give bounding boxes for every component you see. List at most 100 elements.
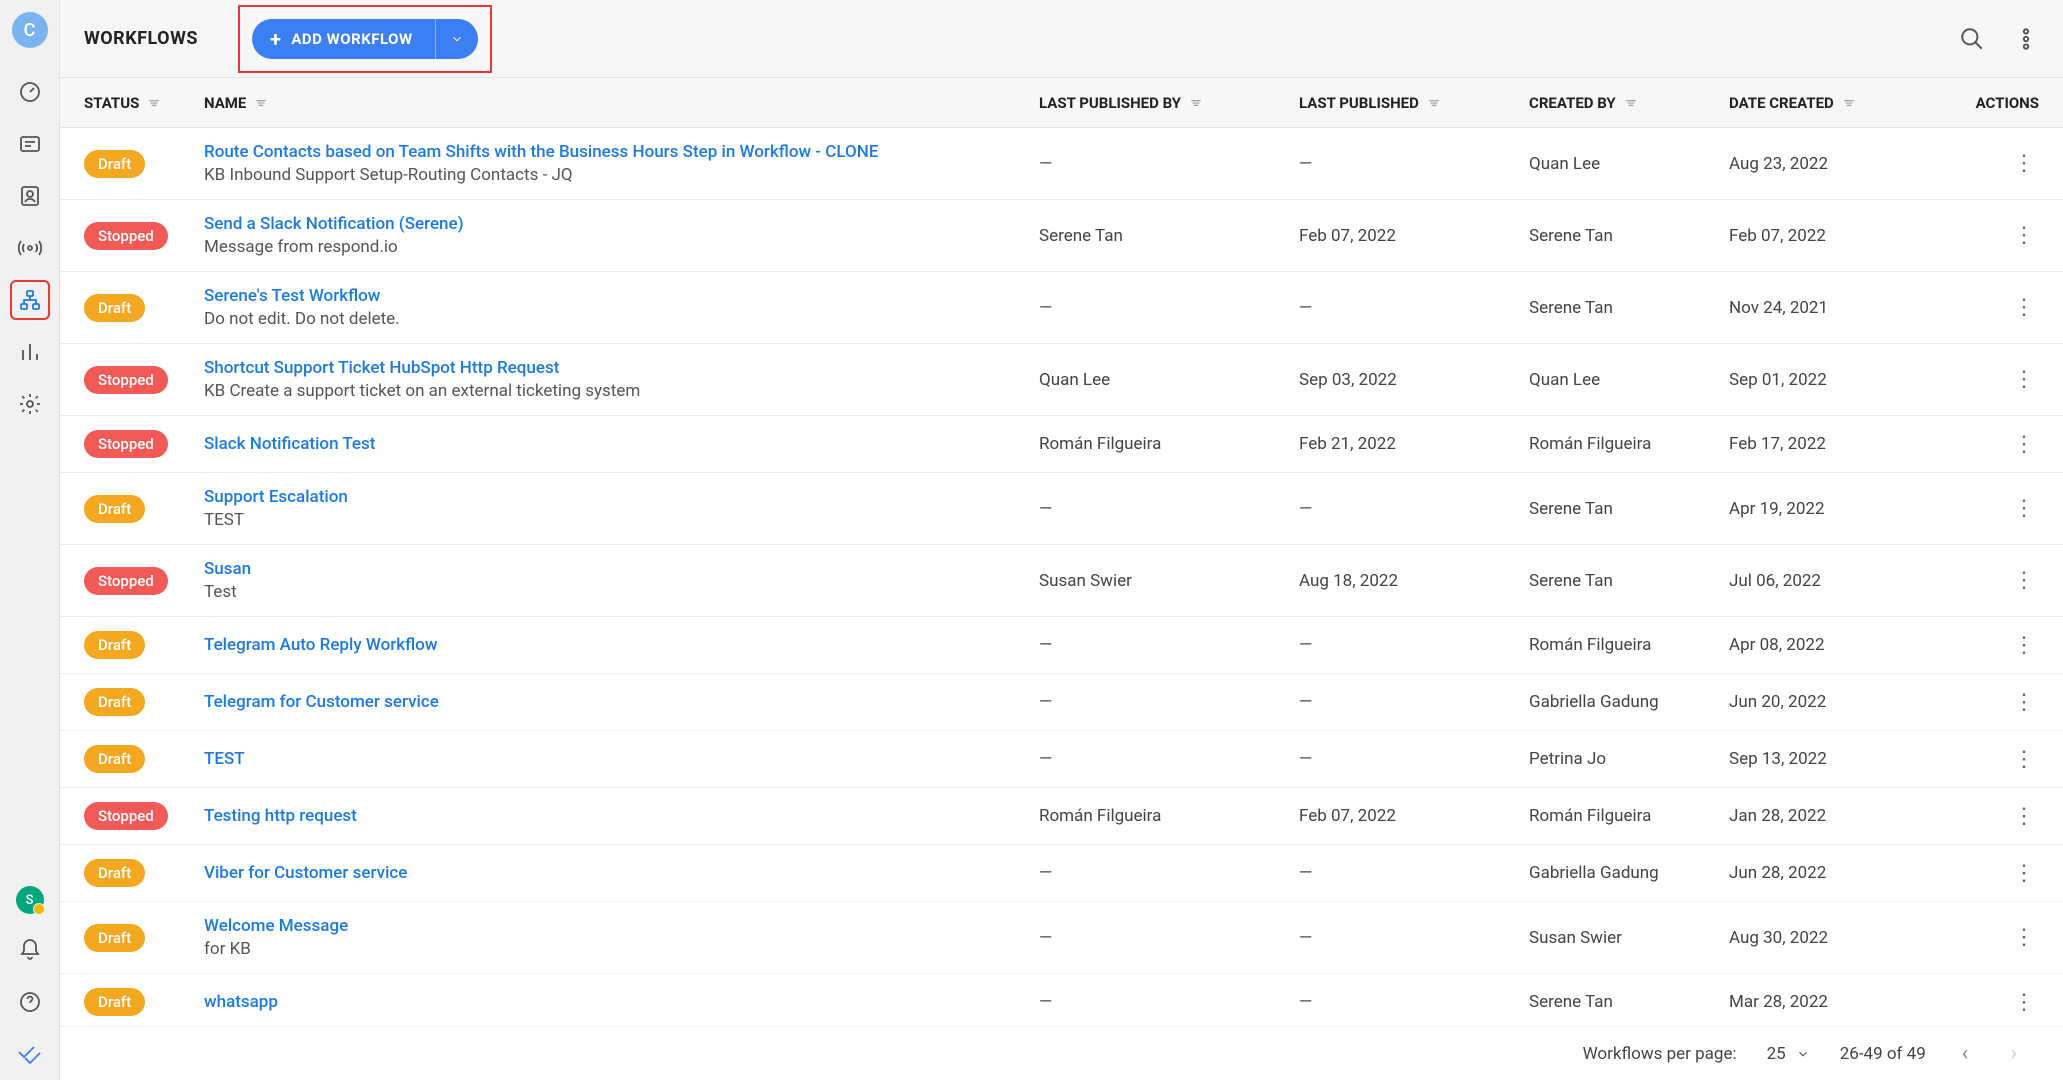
workflow-desc: Do not edit. Do not delete.: [204, 309, 1039, 329]
nav-settings-icon[interactable]: [10, 384, 50, 424]
cell-last-published: —: [1299, 635, 1529, 655]
sort-icon: [1427, 96, 1441, 110]
nav-broadcast-icon[interactable]: [10, 228, 50, 268]
row-actions-menu[interactable]: ⋮: [2009, 568, 2039, 593]
cell-last-published: —: [1299, 692, 1529, 712]
cell-last-published-by: —: [1039, 499, 1299, 519]
table-row: Draft TEST — — Petrina Jo Sep 13, 2022 ⋮: [60, 731, 2063, 788]
workflow-link[interactable]: Support Escalation: [204, 487, 1039, 507]
add-workflow-highlight: + ADD WORKFLOW: [238, 5, 492, 73]
cell-created-by: Román Filgueira: [1529, 635, 1729, 655]
status-badge: Draft: [84, 495, 145, 523]
cell-last-published: —: [1299, 298, 1529, 318]
nav-workflows-icon[interactable]: [10, 280, 50, 320]
table-row: Draft Welcome Message for KB — — Susan S…: [60, 902, 2063, 974]
cell-last-published-by: Román Filgueira: [1039, 806, 1299, 826]
row-actions-menu[interactable]: ⋮: [2009, 367, 2039, 392]
user-avatar[interactable]: S: [16, 886, 44, 914]
workflow-link[interactable]: TEST: [204, 749, 1039, 769]
row-actions-menu[interactable]: ⋮: [2009, 804, 2039, 829]
workflow-desc: KB Inbound Support Setup-Routing Contact…: [204, 165, 1039, 185]
col-last-published-by[interactable]: LAST PUBLISHED BY: [1039, 94, 1299, 112]
nav-reports-icon[interactable]: [10, 332, 50, 372]
nav-notifications-icon[interactable]: [10, 930, 50, 970]
col-created-by[interactable]: CREATED BY: [1529, 94, 1729, 112]
table-row: Stopped Susan Test Susan Swier Aug 18, 2…: [60, 545, 2063, 617]
sort-icon: [147, 96, 161, 110]
add-workflow-button[interactable]: + ADD WORKFLOW: [252, 19, 478, 59]
workflow-link[interactable]: Viber for Customer service: [204, 863, 1039, 883]
row-actions-menu[interactable]: ⋮: [2009, 432, 2039, 457]
workflow-link[interactable]: Testing http request: [204, 806, 1039, 826]
cell-date-created: Sep 13, 2022: [1729, 749, 1949, 769]
row-actions-menu[interactable]: ⋮: [2009, 295, 2039, 320]
workflow-link[interactable]: Route Contacts based on Team Shifts with…: [204, 142, 1039, 162]
cell-last-published-by: —: [1039, 154, 1299, 174]
workflow-desc: Message from respond.io: [204, 237, 1039, 257]
cell-last-published: —: [1299, 928, 1529, 948]
cell-date-created: Nov 24, 2021: [1729, 298, 1949, 318]
cell-date-created: Jun 28, 2022: [1729, 863, 1949, 883]
nav-contacts-icon[interactable]: [10, 176, 50, 216]
row-actions-menu[interactable]: ⋮: [2009, 861, 2039, 886]
row-actions-menu[interactable]: ⋮: [2009, 496, 2039, 521]
cell-last-published: Feb 07, 2022: [1299, 806, 1529, 826]
pagination-label: Workflows per page:: [1583, 1044, 1737, 1064]
col-last-published[interactable]: LAST PUBLISHED: [1299, 94, 1529, 112]
nav-dashboard-icon[interactable]: [10, 72, 50, 112]
status-badge: Draft: [84, 294, 145, 322]
workflow-link[interactable]: Telegram for Customer service: [204, 692, 1039, 712]
per-page-select[interactable]: 25: [1767, 1044, 1810, 1064]
sort-icon: [254, 96, 268, 110]
cell-created-by: Serene Tan: [1529, 499, 1729, 519]
table-header: STATUS NAME LAST PUBLISHED BY LAST PUBLI…: [60, 78, 2063, 128]
cell-last-published-by: —: [1039, 928, 1299, 948]
workflow-link[interactable]: Susan: [204, 559, 1039, 579]
row-actions-menu[interactable]: ⋮: [2009, 925, 2039, 950]
row-actions-menu[interactable]: ⋮: [2009, 633, 2039, 658]
page-header: WORKFLOWS + ADD WORKFLOW: [60, 0, 2063, 78]
workflow-link[interactable]: Telegram Auto Reply Workflow: [204, 635, 1039, 655]
cell-last-published-by: —: [1039, 863, 1299, 883]
workflow-link[interactable]: Slack Notification Test: [204, 434, 1039, 454]
add-workflow-dropdown[interactable]: [435, 19, 478, 59]
row-actions-menu[interactable]: ⋮: [2009, 151, 2039, 176]
workflow-link[interactable]: whatsapp: [204, 992, 1039, 1012]
cell-last-published: Aug 18, 2022: [1299, 571, 1529, 591]
table-row: Draft Route Contacts based on Team Shift…: [60, 128, 2063, 200]
workflow-desc: KB Create a support ticket on an externa…: [204, 381, 1039, 401]
workflow-desc: for KB: [204, 939, 1039, 959]
cell-created-by: Susan Swier: [1529, 928, 1729, 948]
col-name[interactable]: NAME: [204, 94, 1039, 112]
status-badge: Stopped: [84, 802, 168, 830]
nav-messages-icon[interactable]: [10, 124, 50, 164]
cell-last-published-by: —: [1039, 692, 1299, 712]
workflow-link[interactable]: Shortcut Support Ticket HubSpot Http Req…: [204, 358, 1039, 378]
search-icon[interactable]: [1959, 26, 1985, 52]
col-status[interactable]: STATUS: [84, 94, 204, 112]
row-actions-menu[interactable]: ⋮: [2009, 747, 2039, 772]
row-actions-menu[interactable]: ⋮: [2009, 690, 2039, 715]
workflow-desc: TEST: [204, 510, 1039, 530]
nav-brand-icon[interactable]: [10, 1034, 50, 1074]
pagination-next[interactable]: ›: [2004, 1041, 2023, 1066]
org-avatar[interactable]: C: [12, 12, 48, 48]
workflow-link[interactable]: Send a Slack Notification (Serene): [204, 214, 1039, 234]
col-date-created[interactable]: DATE CREATED: [1729, 94, 1949, 112]
status-badge: Draft: [84, 988, 145, 1016]
workflow-link[interactable]: Serene's Test Workflow: [204, 286, 1039, 306]
row-actions-menu[interactable]: ⋮: [2009, 223, 2039, 248]
chevron-down-icon: [1796, 1047, 1810, 1061]
more-menu-icon[interactable]: [2013, 26, 2039, 52]
cell-date-created: Jun 20, 2022: [1729, 692, 1949, 712]
cell-created-by: Serene Tan: [1529, 571, 1729, 591]
status-badge: Stopped: [84, 430, 168, 458]
nav-help-icon[interactable]: [10, 982, 50, 1022]
status-badge: Draft: [84, 688, 145, 716]
table-row: Stopped Shortcut Support Ticket HubSpot …: [60, 344, 2063, 416]
pagination-prev[interactable]: ‹: [1956, 1041, 1975, 1066]
row-actions-menu[interactable]: ⋮: [2009, 990, 2039, 1015]
workflow-link[interactable]: Welcome Message: [204, 916, 1039, 936]
col-actions: ACTIONS: [1949, 94, 2039, 112]
cell-date-created: Apr 08, 2022: [1729, 635, 1949, 655]
